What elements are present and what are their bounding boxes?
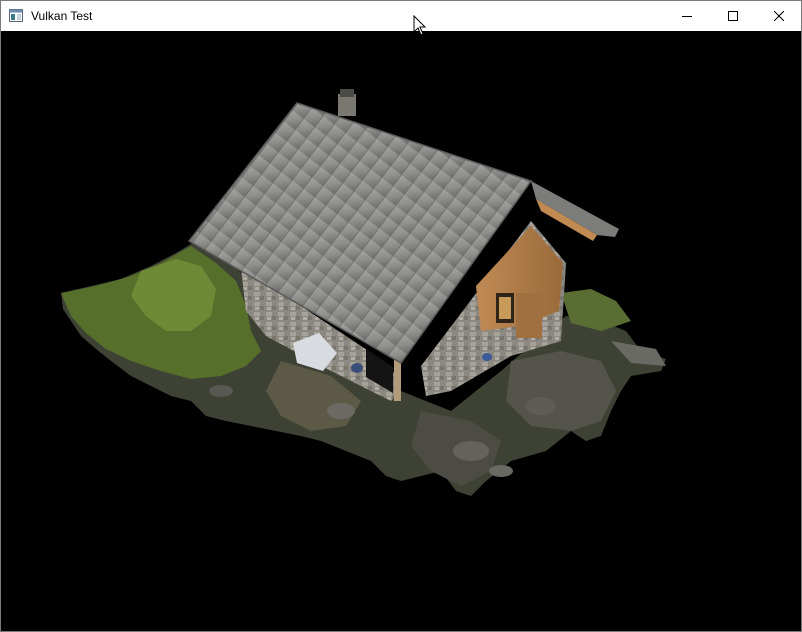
title-bar[interactable]: Vulkan Test	[1, 1, 801, 31]
minimize-icon	[682, 16, 692, 17]
maximize-button[interactable]	[710, 1, 756, 31]
app-window: Vulkan Test	[0, 0, 802, 632]
minimize-button[interactable]	[664, 1, 710, 31]
maximize-icon	[728, 11, 738, 21]
3d-model-render	[61, 89, 666, 496]
close-button[interactable]	[756, 1, 802, 31]
window-app-icon	[9, 9, 23, 22]
render-viewport[interactable]	[1, 31, 801, 631]
window-title: Vulkan Test	[31, 9, 93, 23]
close-icon	[774, 11, 784, 21]
